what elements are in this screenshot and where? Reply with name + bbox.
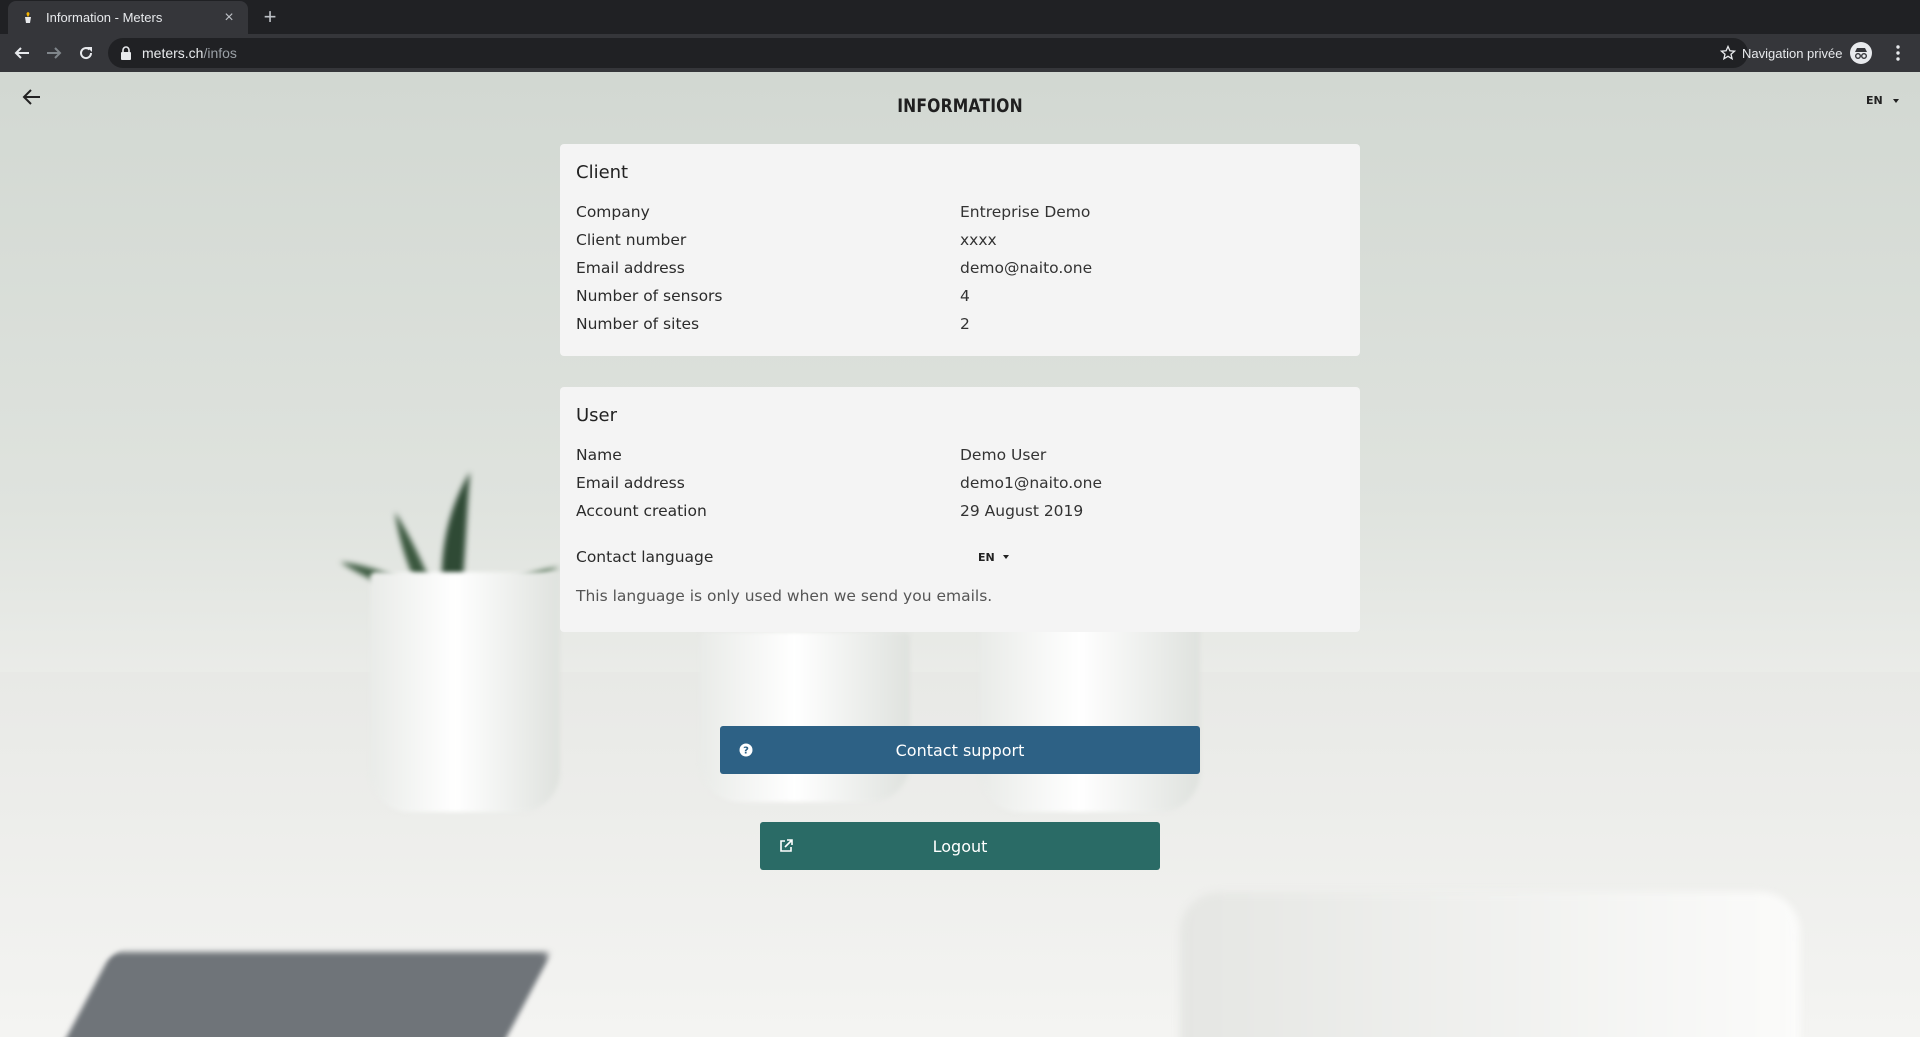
background-tablet	[48, 952, 552, 1037]
client-row: Client number xxxx	[576, 226, 1344, 254]
client-card: Client Company Entreprise Demo Client nu…	[560, 144, 1360, 356]
row-label: Name	[576, 446, 622, 464]
new-tab-icon[interactable]: +	[258, 4, 282, 30]
logout-label: Logout	[932, 836, 988, 856]
contact-language-row: Contact language EN	[576, 543, 1344, 571]
row-value: 29 August 2019	[960, 502, 1084, 520]
forward-button[interactable]	[38, 37, 70, 69]
user-card: User Name Demo User Email address demo1@…	[560, 387, 1360, 632]
page-content: INFORMATION EN Client Company Entreprise…	[0, 72, 1920, 1037]
user-row: Account creation 29 August 2019	[576, 497, 1344, 525]
row-label: Number of sites	[576, 315, 700, 333]
browser-tab[interactable]: Information - Meters ×	[8, 1, 248, 34]
row-value: Demo User	[960, 446, 1047, 464]
incognito-icon	[1850, 42, 1873, 64]
incognito-indicator[interactable]: Navigation privée	[1742, 38, 1873, 68]
tab-title: Information - Meters	[46, 10, 163, 25]
row-value: xxxx	[960, 231, 997, 249]
browser-tab-bar: Information - Meters × +	[0, 0, 1920, 34]
client-row: Number of sites 2	[576, 310, 1344, 338]
url-path: /infos	[203, 45, 237, 61]
contact-language-hint: This language is only used when we send …	[576, 587, 993, 605]
row-value: Entreprise Demo	[960, 203, 1091, 221]
back-button[interactable]	[6, 37, 38, 69]
language-selector[interactable]: EN	[1866, 94, 1899, 107]
contact-support-label: Contact support	[895, 740, 1025, 760]
question-circle-icon: ?	[739, 743, 753, 757]
url-host: meters.ch	[142, 45, 204, 61]
row-value: demo1@naito.one	[960, 474, 1103, 492]
row-label: Account creation	[576, 502, 707, 520]
user-heading: User	[576, 405, 618, 426]
address-bar[interactable]: meters.ch/infos	[108, 38, 1748, 68]
bookmark-star-icon[interactable]	[1720, 45, 1736, 61]
user-row: Name Demo User	[576, 441, 1344, 469]
client-row: Email address demo@naito.one	[576, 254, 1344, 282]
row-value: 2	[960, 315, 970, 333]
caret-down-icon	[1002, 555, 1009, 559]
row-label: Company	[576, 203, 650, 221]
reload-icon	[80, 47, 93, 60]
close-tab-icon[interactable]: ×	[220, 9, 238, 27]
site-favicon-icon	[25, 11, 31, 23]
contact-language-label: Contact language	[576, 548, 714, 566]
row-label: Email address	[576, 474, 685, 492]
arrow-left-icon	[14, 47, 29, 59]
background-pot-left	[370, 572, 560, 812]
row-value: 4	[960, 287, 970, 305]
row-value: demo@naito.one	[960, 259, 1093, 277]
incognito-label: Navigation privée	[1742, 45, 1843, 61]
client-row: Company Entreprise Demo	[576, 198, 1344, 226]
arrow-right-icon	[47, 47, 62, 59]
client-row: Number of sensors 4	[576, 282, 1344, 310]
user-row: Email address demo1@naito.one	[576, 469, 1344, 497]
svg-text:?: ?	[743, 746, 749, 757]
caret-down-icon	[1892, 98, 1899, 103]
language-label: EN	[1866, 94, 1883, 107]
back-arrow-icon[interactable]	[20, 85, 44, 109]
row-label: Client number	[576, 231, 687, 249]
browser-menu-icon[interactable]	[1890, 43, 1906, 63]
contact-language-select[interactable]: EN	[978, 551, 1009, 564]
external-link-icon	[780, 839, 793, 852]
background-pot-right	[980, 612, 1200, 812]
browser-toolbar: meters.ch/infos Navigation privée	[0, 34, 1920, 72]
reload-button[interactable]	[70, 37, 102, 69]
logout-button[interactable]: Logout	[760, 822, 1160, 870]
background-pot-middle	[700, 632, 910, 802]
page-title: INFORMATION	[897, 95, 1023, 117]
client-heading: Client	[576, 162, 629, 183]
contact-support-button[interactable]: ? Contact support	[720, 726, 1200, 774]
row-label: Number of sensors	[576, 287, 723, 305]
lock-icon	[121, 46, 131, 60]
background-book	[1180, 892, 1800, 1037]
contact-language-value: EN	[978, 550, 995, 564]
row-label: Email address	[576, 259, 685, 277]
